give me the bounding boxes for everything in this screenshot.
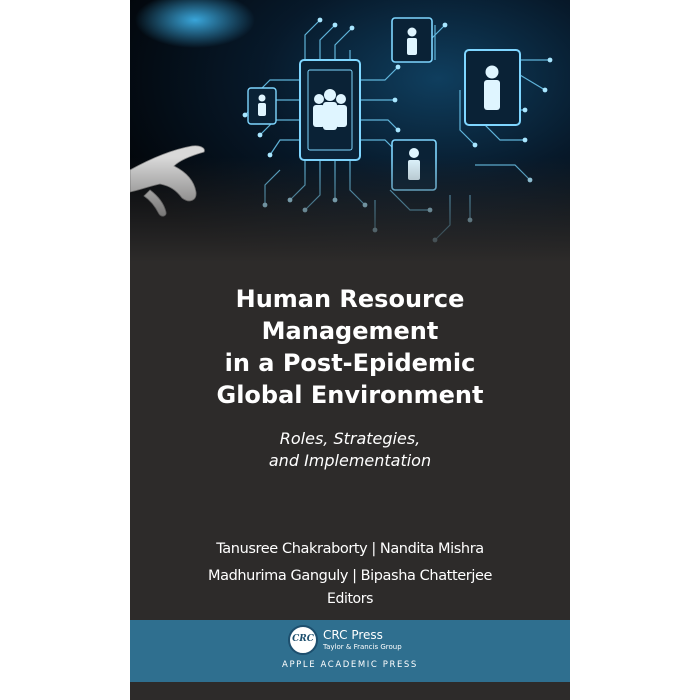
crc-logo-icon: CRC [288,625,318,655]
title-line: Management [261,317,439,345]
title-line: in a Post-Epidemic [224,349,476,377]
editor-name: Nandita Mishra [379,541,484,557]
book-subtitle: Roles, Strategies, and Implementation [130,428,570,472]
editors-line: Tanusree Chakraborty | Nandita Mishra [130,536,570,563]
title-line: Global Environment [216,381,484,409]
page: Human Resource Management in a Post-Epid… [0,0,700,700]
book-title: Human Resource Management in a Post-Epid… [130,283,570,411]
editor-name: Bipasha Chatterjee [360,568,493,584]
editor-separator: | [371,541,376,557]
editor-name: Madhurima Ganguly [207,568,349,584]
book-cover: Human Resource Management in a Post-Epid… [130,0,570,700]
publisher-group: Taylor & Francis Group [323,643,402,651]
logo-text: CRC [292,634,314,644]
editors-role: Editors [327,591,373,607]
editor-separator: | [352,568,357,584]
subtitle-line: Roles, Strategies, [279,429,421,448]
publisher-imprint: APPLE ACADEMIC PRESS [282,660,418,670]
title-line: Human Resource [235,285,465,313]
subtitle-line: and Implementation [268,451,432,470]
editor-name: Tanusree Chakraborty [216,541,368,557]
editors-line: Madhurima Ganguly | Bipasha Chatterjee [130,563,570,590]
cover-art-circuit [130,0,570,262]
publisher-name: CRC Press [323,628,383,642]
editors-block: Tanusree Chakraborty | Nandita Mishra Madh… [130,536,570,608]
